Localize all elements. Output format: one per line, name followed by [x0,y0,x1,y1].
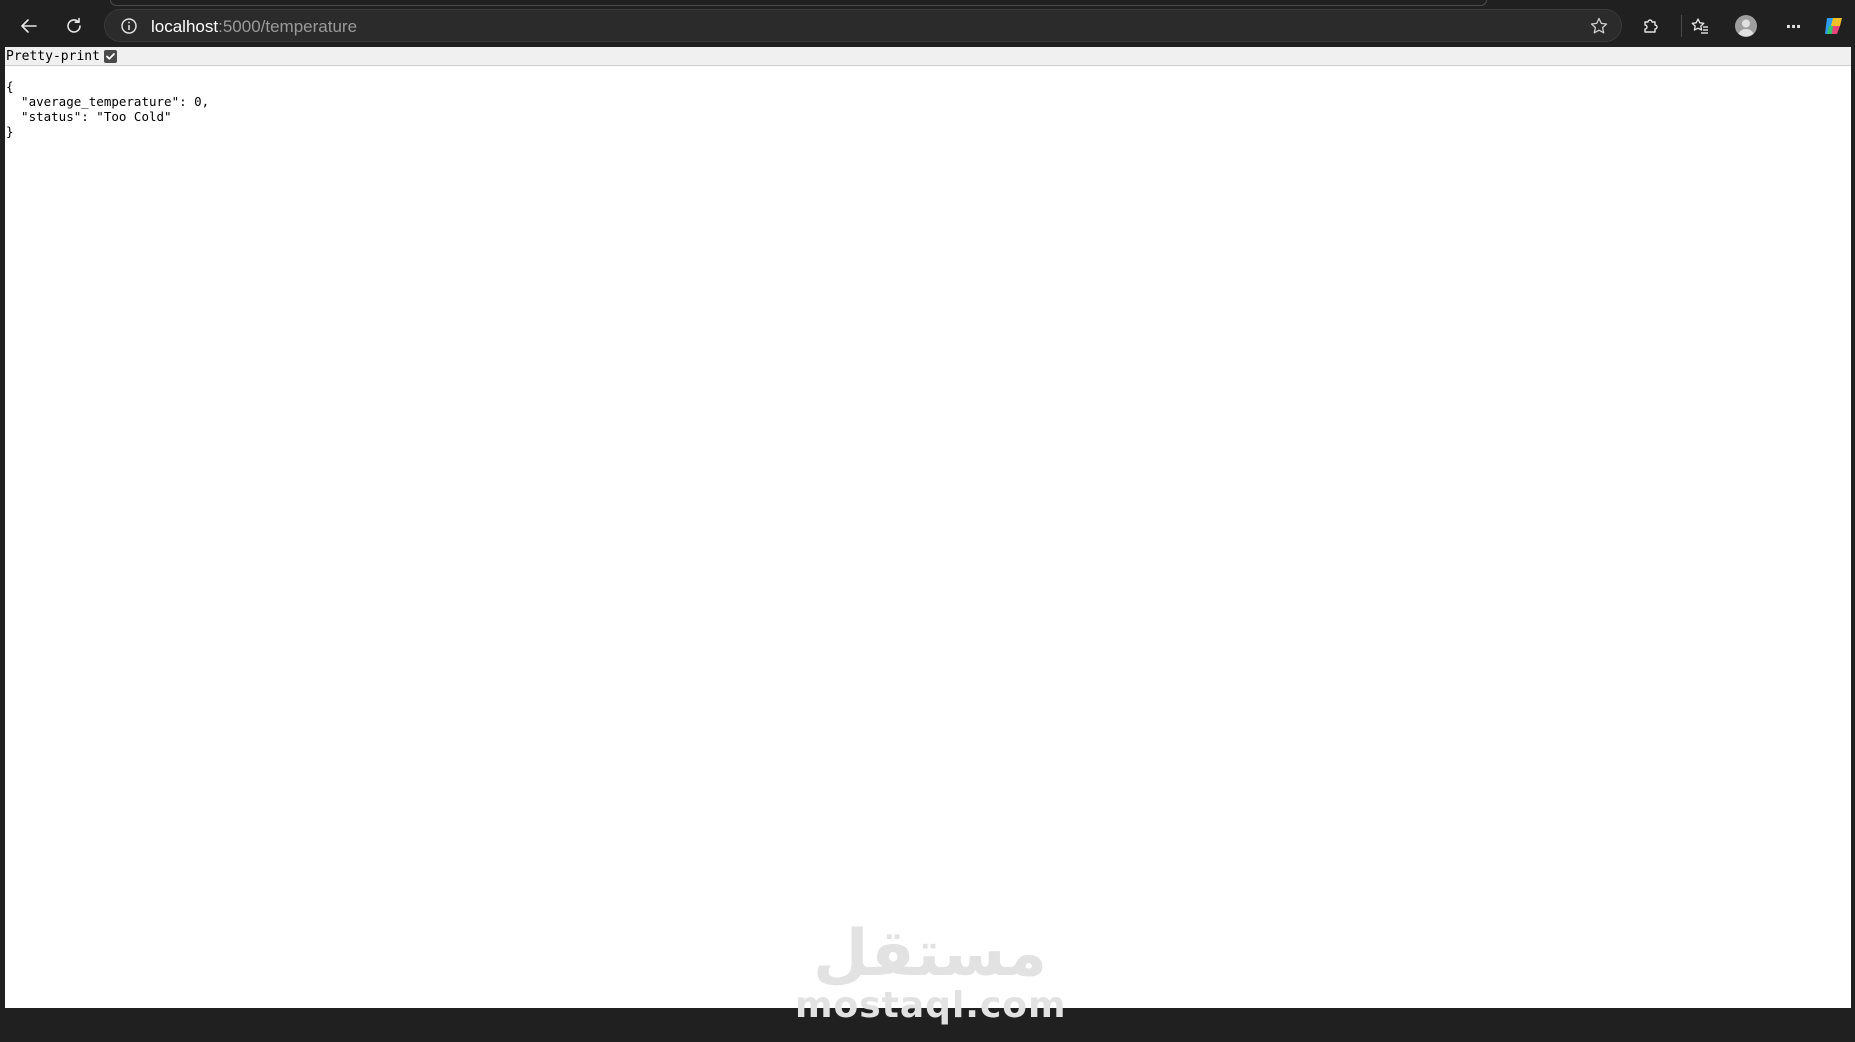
toolbar-separator [1681,15,1682,37]
pretty-print-bar: Pretty-print [5,47,1851,66]
url-path: :5000/temperature [218,17,358,36]
address-bar[interactable]: localhost:5000/temperature [104,9,1622,42]
checkmark-icon [106,53,115,60]
watermark-latin: mostaql.com [795,985,1067,1026]
arrow-left-icon [19,16,39,36]
extensions-button[interactable] [1634,9,1668,43]
url-host: localhost [151,17,219,36]
copilot-icon [1822,14,1846,38]
pretty-print-checkbox[interactable] [104,50,117,63]
back-button[interactable] [12,9,46,43]
info-icon[interactable] [119,16,139,36]
mostaql-watermark: مستقل mostaql.com [795,917,1067,1042]
more-menu-button[interactable]: ··· [1776,9,1810,43]
url-text[interactable]: localhost:5000/temperature [151,17,357,37]
profile-icon [1734,14,1758,38]
page-viewport: Pretty-print { "average_temperature": 0,… [5,47,1851,1026]
window-edge [1851,47,1855,1008]
json-response: { "average_temperature": 0, "status": "T… [6,79,210,139]
profile-button[interactable] [1729,9,1763,43]
ellipsis-icon: ··· [1785,16,1801,36]
tab-strip-edge [110,0,1487,6]
puzzle-icon [1641,16,1661,36]
star-icon[interactable] [1589,16,1609,36]
watermark-arabic: مستقل [812,917,1048,991]
reload-icon [64,16,84,36]
reload-button[interactable] [57,9,91,43]
favorites-icon [1690,16,1710,36]
pretty-print-label: Pretty-print [6,49,100,64]
browser-toolbar: localhost:5000/temperature ··· [0,0,1855,50]
favorites-button[interactable] [1683,9,1717,43]
copilot-button[interactable] [1817,9,1851,43]
